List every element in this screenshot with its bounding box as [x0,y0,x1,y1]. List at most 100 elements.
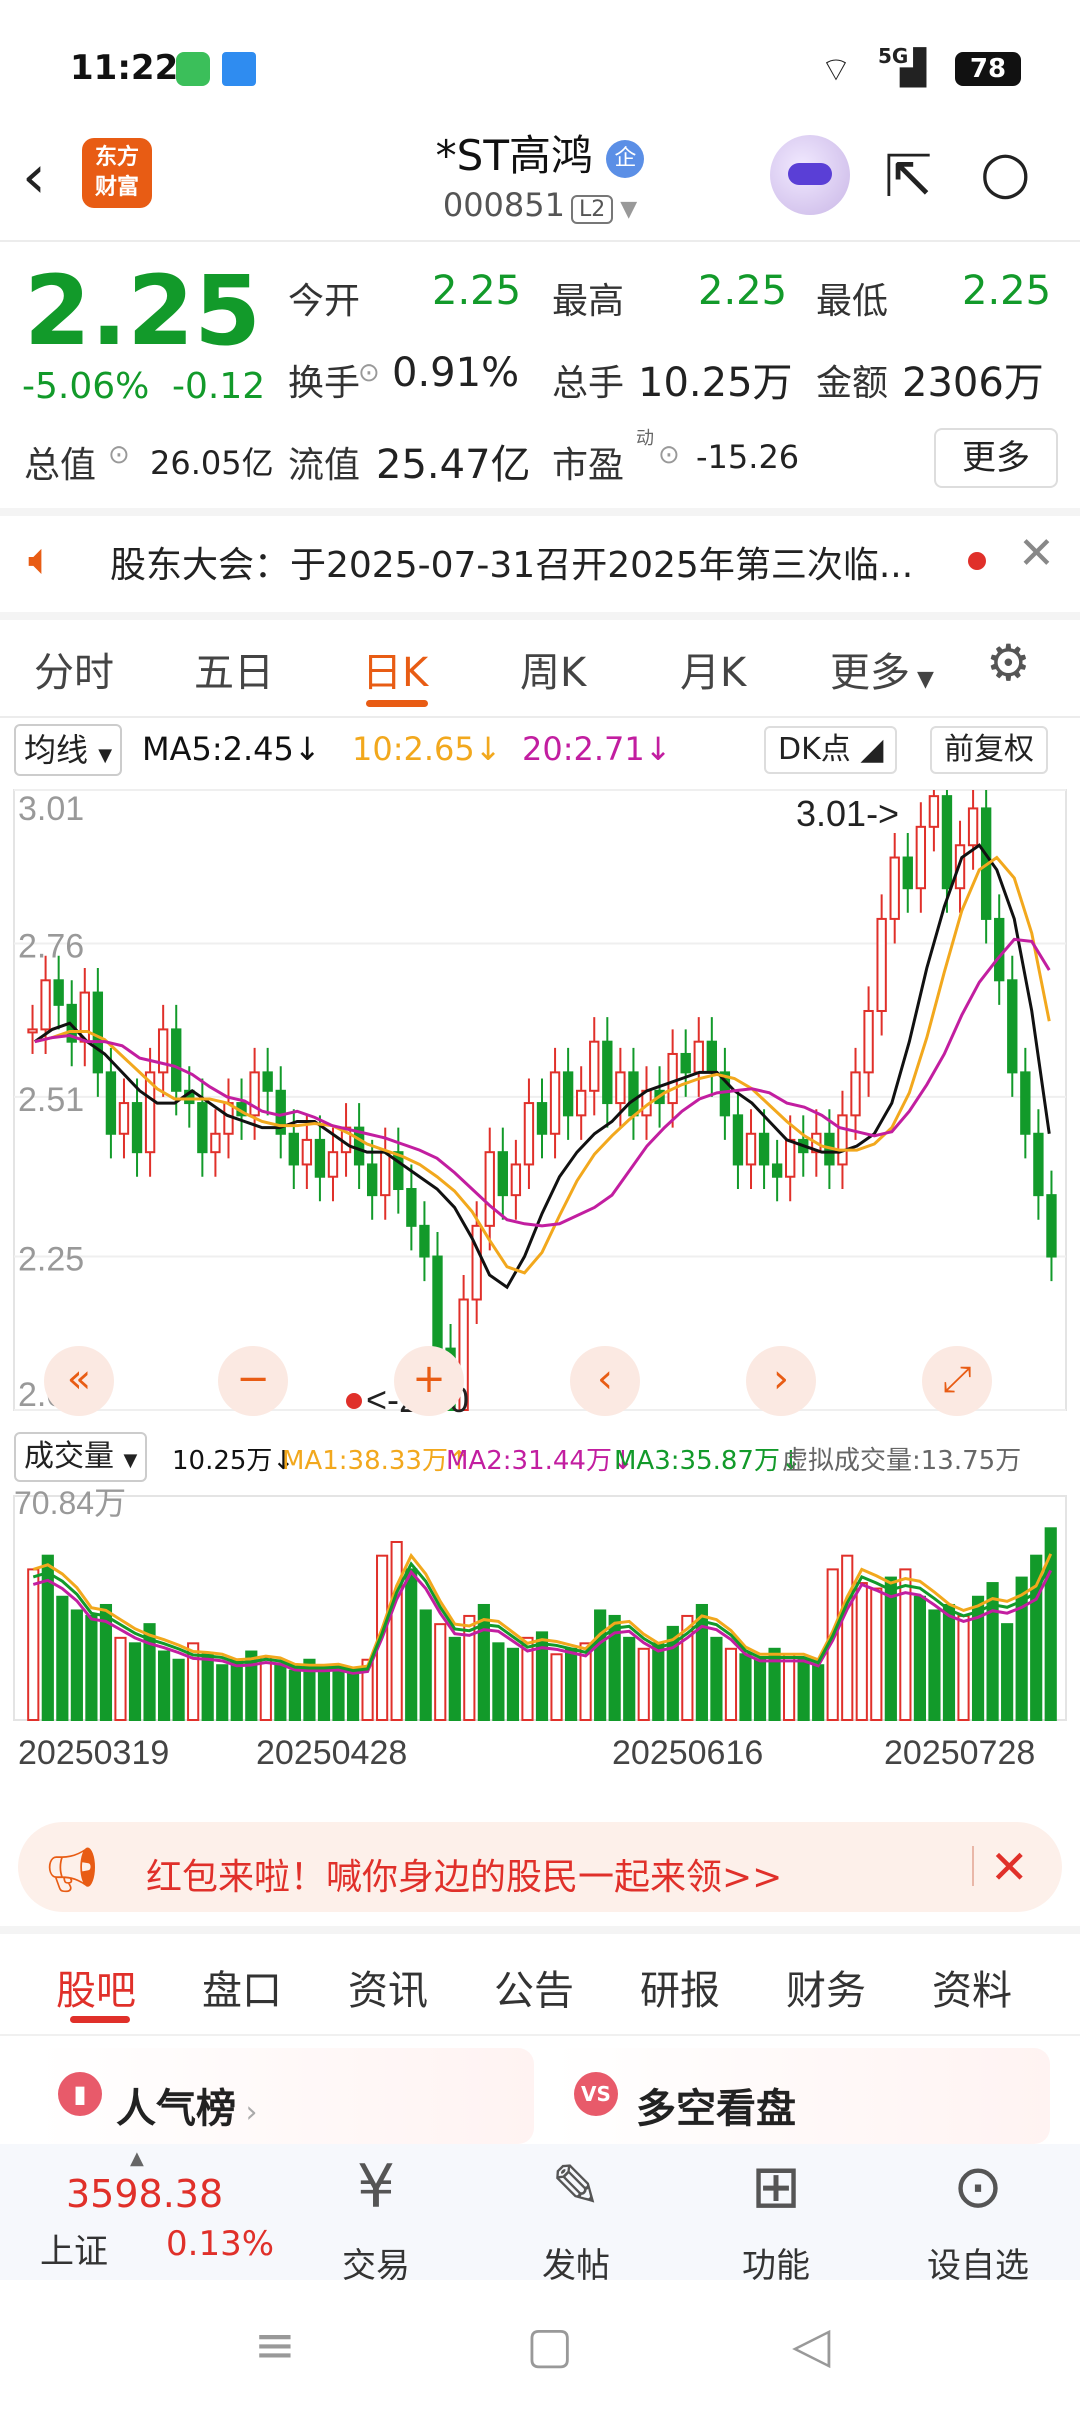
tab-pankou[interactable]: 盘口 [202,1958,282,2016]
tab-research[interactable]: 研报 [640,1958,720,2016]
candle-body [589,1040,600,1092]
volume-bar [492,1642,505,1721]
vol-ma3-text: MA3:35.87万 [614,1446,780,1476]
more-button[interactable]: 更多 [934,428,1058,488]
tab-guba[interactable]: 股吧 [56,1958,136,2016]
ma-selector[interactable]: 均线 ▼ [14,724,123,776]
volume-bar [230,1658,243,1722]
bull-bear-card[interactable] [552,2048,1050,2144]
popularity-title[interactable]: 人气榜 › [116,2076,258,2134]
zoom-out-button[interactable]: − [218,1346,288,1416]
divider [0,716,1080,718]
function-button[interactable]: 功能 [696,2238,856,2287]
low-marker-dot [346,1393,362,1409]
volume-bar [855,1582,868,1721]
vol-text: 10.25万 [172,1446,273,1476]
virtual-volume: 虚拟成交量:13.75万 [782,1446,1022,1476]
chart-icon: ▮ [58,2072,102,2116]
trade-icon[interactable]: ¥ [296,2152,456,2222]
volume-bar [434,1623,447,1721]
search-icon[interactable]: ○ [980,138,1031,206]
candle-body [118,1102,130,1135]
adjust-button[interactable]: 前复权 [930,726,1048,774]
prev-button[interactable]: ‹ [570,1346,640,1416]
divider [972,1846,974,1886]
divider [0,612,1080,620]
trade-button[interactable]: 交易 [296,2238,456,2287]
tab-announcements[interactable]: 公告 [494,1958,574,2016]
tab-five-day[interactable]: 五日 [194,640,274,698]
volume-selector[interactable]: 成交量 ▼ [14,1432,148,1482]
volume-chart[interactable]: 70.84万 20250319 20250428 20250616 20250728 [0,1488,1080,1802]
high-marker: 3.01-> [796,793,899,834]
ai-assistant-icon[interactable] [770,135,850,215]
tab-intraday[interactable]: 分时 [34,640,114,698]
candle-body [628,1071,639,1117]
y-tick-label: 2.76 [18,927,84,965]
tab-profile[interactable]: 资料 [932,1958,1012,2016]
candle-body [131,1102,143,1154]
float-label: 流值 [288,445,361,486]
post-button[interactable]: 发帖 [496,2238,656,2287]
zoom-in-button[interactable]: + [394,1346,464,1416]
tab-financials[interactable]: 财务 [786,1958,866,2016]
volume-bar [85,1614,98,1721]
bull-bear-title[interactable]: 多空看盘 [636,2076,796,2134]
mktcap-label: 总值 [24,445,97,486]
candle-body [615,1071,626,1105]
chevron-up-icon[interactable]: ▲ [130,2148,144,2169]
tab-monthly-k[interactable]: 月K [680,640,746,698]
expand-icon[interactable]: ⤢ [922,1346,992,1416]
volume-bar [288,1669,301,1721]
volume-bar [506,1647,520,1721]
candle-body [1007,979,1018,1074]
share-icon[interactable]: ⇱ [884,142,933,210]
add-watchlist-button[interactable]: 设自选 [898,2238,1058,2287]
volume-bar [739,1653,752,1721]
candle-body [863,1009,874,1074]
unread-dot [968,552,986,570]
info-icon[interactable]: ⊙ [658,440,680,470]
back-nav-icon[interactable]: ◁ [792,2316,830,2374]
candle-body [758,1132,770,1166]
home-icon[interactable]: ▢ [526,2316,573,2374]
clock: 11:22 [70,48,179,88]
more-dots-icon[interactable]: ⊙ [898,2152,1058,2222]
info-icon[interactable]: ⊙ [358,358,380,388]
gear-icon[interactable]: ⚙ [986,634,1031,692]
tab-news[interactable]: 资讯 [348,1958,428,2016]
next-button[interactable]: › [746,1346,816,1416]
scroll-start-button[interactable]: « [44,1346,114,1416]
popularity-card[interactable] [36,2048,534,2144]
volume-bar [448,1636,461,1722]
candlestick-chart[interactable]: 3.012.762.512.252.003.01-><-2.00 [0,780,1080,1420]
tab-weekly-k[interactable]: 周K [520,640,586,698]
open-label: 今开 [288,281,361,322]
index-value[interactable]: 3598.38 [66,2172,223,2216]
volume-bar [913,1595,927,1721]
grid-icon[interactable]: ⊞ [696,2152,856,2222]
volume-bar [753,1658,767,1722]
status-bar: 11:22 ⌔ 5G ▟ 78 [0,0,1080,130]
close-icon[interactable]: ✕ [1018,528,1055,579]
vs-icon: VS [574,2072,618,2116]
menu-icon[interactable]: ≡ [254,2316,296,2374]
candle-body [393,1151,404,1191]
dk-point-button[interactable]: DK点 ◢ [764,726,898,774]
vol-ma3: MA3:35.87万↓ [614,1446,802,1476]
tab-more[interactable]: 更多 ▼ [830,640,934,698]
candle-body [301,1138,313,1166]
info-icon[interactable]: ⊙ [108,440,130,470]
close-icon[interactable]: ✕ [990,1840,1029,1894]
candle-body [157,1028,169,1074]
low-value: 2.25 [962,268,1052,314]
banner-text[interactable]: 红包来啦！喊你身边的股民一起来领>> [146,1848,782,1900]
dropdown-icon: ▼ [123,1450,138,1471]
level2-badge: L2 [570,195,614,224]
ma20-label: 20:2.71↓ [522,730,672,768]
y-tick-label: 3.01 [18,790,84,828]
tab-daily-k[interactable]: 日K [362,640,428,698]
notice-text[interactable]: 股东大会：于2025-07-31召开2025年第三次临... [110,536,913,588]
edit-icon[interactable]: ✎ [496,2152,656,2222]
candle-body [327,1151,339,1178]
